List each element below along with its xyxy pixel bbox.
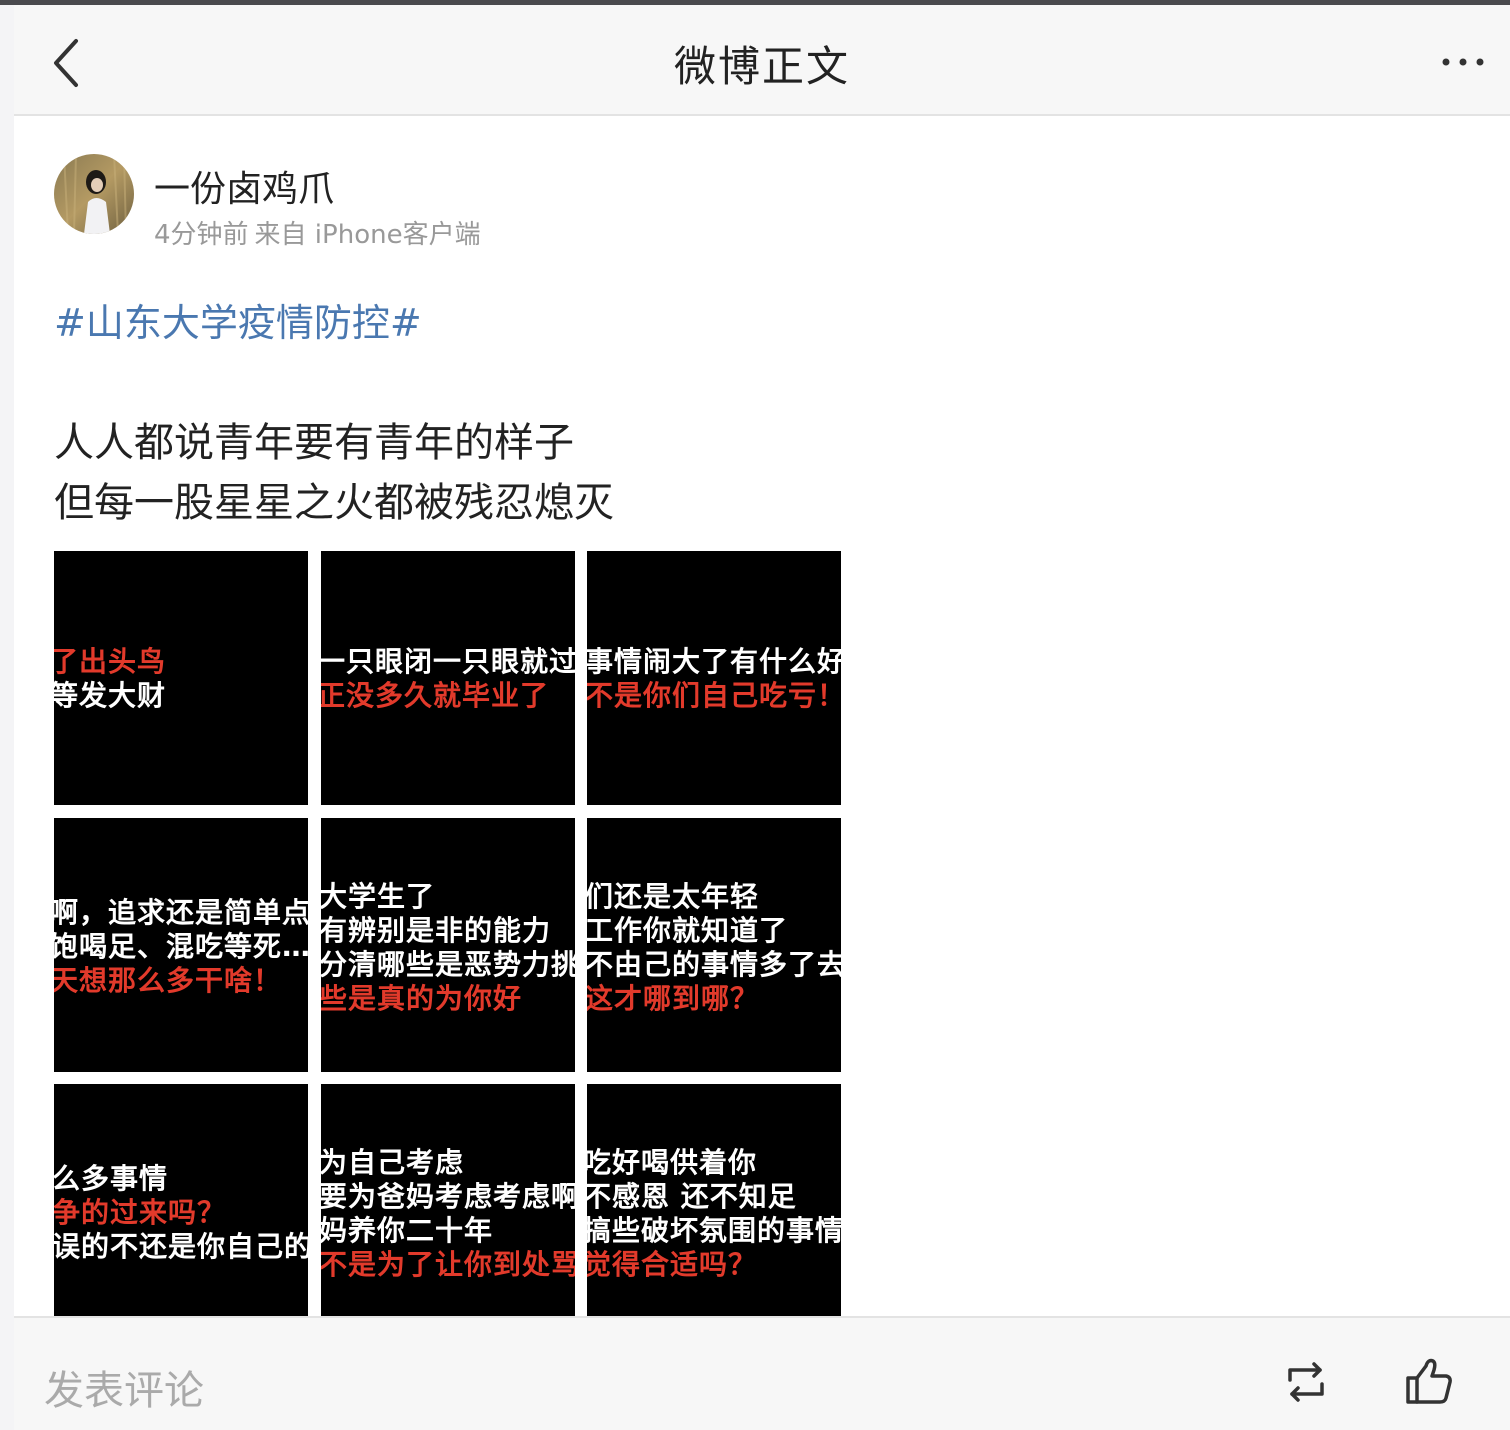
image-thumbnail[interactable]: 事情闹大了有什么好处不是你们自己吃亏！ [587,551,841,805]
image-caption-line: 争的过来吗？ [54,1196,227,1229]
image-caption-line: 误的不还是你自己的 [54,1230,308,1263]
image-caption-line: 分清哪些是恶势力挑 [321,948,575,981]
image-thumbnail[interactable]: 啊，追求还是简单点 饱喝足、混吃等死… 天想那么多干啥！ [54,818,308,1072]
image-caption-line: 不是你们自己吃亏！ [587,679,841,712]
weibo-post-screen: 微博正文 一份卤鸡爪 4分钟前 来自 iPhone客户端 #山东大学疫情防控# … [0,0,1510,1430]
left-gutter [0,5,14,1430]
image-caption-line: 了出头鸟 [54,645,167,678]
comment-input[interactable]: 发表评论 [44,1358,204,1416]
avatar-photo-icon [54,154,134,234]
post-text-line: 人人都说青年要有青年的样子 [54,420,574,466]
image-grid: 了出头鸟等发大财一只眼闭一只眼就过去正没多久就毕业了事情闹大了有什么好处不是你们… [54,551,842,1316]
image-caption-line: 不感恩 还不知足 [587,1180,797,1213]
image-caption-line: 正没多久就毕业了 [321,679,550,712]
image-caption-line: 不是为了让你到处骂 [321,1248,575,1281]
image-thumbnail[interactable]: 大学生了 有辨别是非的能力 分清哪些是恶势力挑 些是真的为你好 [321,818,575,1072]
image-caption-line: 要为爸妈考虑考虑啊 [321,1180,575,1213]
post-meta: 4分钟前 来自 iPhone客户端 [154,214,487,251]
image-caption-line: 觉得合适吗？ [587,1248,758,1281]
image-thumbnail[interactable]: 吃好喝供着你 不感恩 还不知足 搞些破坏氛围的事情 觉得合适吗？ [587,1084,841,1316]
avatar[interactable] [54,154,134,234]
image-caption-line: 事情闹大了有什么好处 [587,645,841,678]
image-caption-line: 些是真的为你好 [321,982,523,1015]
image-caption-line: 有辨别是非的能力 [321,914,552,947]
image-caption-line: 么多事情 [54,1162,169,1195]
image-caption-line: 工作你就知道了 [587,914,789,947]
image-caption-line: 啊，追求还是简单点 [54,896,308,929]
image-caption-line: 吃好喝供着你 [587,1146,758,1179]
topic-hashtag-link[interactable]: #山东大学疫情防控# [54,292,422,347]
image-caption-line: 这才哪到哪？ [587,982,760,1015]
image-thumbnail[interactable]: 们还是太年轻 工作你就知道了 不由己的事情多了去 这才哪到哪？ [587,818,841,1072]
post-source: 来自 iPhone客户端 [254,220,481,250]
more-button[interactable] [1438,45,1488,79]
post-time: 4分钟前 [154,220,249,250]
repost-button[interactable] [1280,1360,1332,1404]
image-caption-line: 为自己考虑 [321,1146,465,1179]
image-caption-line: 一只眼闭一只眼就过去 [321,645,575,678]
page-title: 微博正文 [673,42,850,91]
image-thumbnail[interactable]: 一只眼闭一只眼就过去正没多久就毕业了 [321,551,575,805]
author-name[interactable]: 一份卤鸡爪 [154,160,334,212]
image-caption-line: 饱喝足、混吃等死… [54,930,308,963]
post-text-line: 但每一股星星之火都被残忍熄灭 [54,480,614,526]
image-thumbnail[interactable]: 么多事情 争的过来吗？ 误的不还是你自己的 [54,1084,308,1316]
image-caption-line: 不由己的事情多了去 [587,948,841,981]
image-caption-line: 大学生了 [321,880,436,913]
more-horizontal-icon [1442,58,1484,66]
nav-header: 微博正文 [14,5,1510,116]
like-button[interactable] [1404,1356,1454,1406]
image-caption-line: 等发大财 [54,679,167,712]
image-thumbnail[interactable]: 了出头鸟 等发大财 [54,551,308,805]
image-caption-line: 们还是太年轻 [587,880,760,913]
image-caption-line: 妈养你二十年 [321,1214,494,1247]
repost-icon [1288,1362,1324,1402]
image-caption-line: 搞些破坏氛围的事情 [587,1214,841,1247]
image-thumbnail[interactable]: 为自己考虑 要为爸妈考虑考虑啊 妈养你二十年 不是为了让你到处骂 [321,1084,575,1316]
image-caption-line: 天想那么多干啥！ [54,964,283,997]
thumbs-up-icon [1406,1358,1452,1404]
bottom-action-bar: 发表评论 [14,1316,1510,1430]
